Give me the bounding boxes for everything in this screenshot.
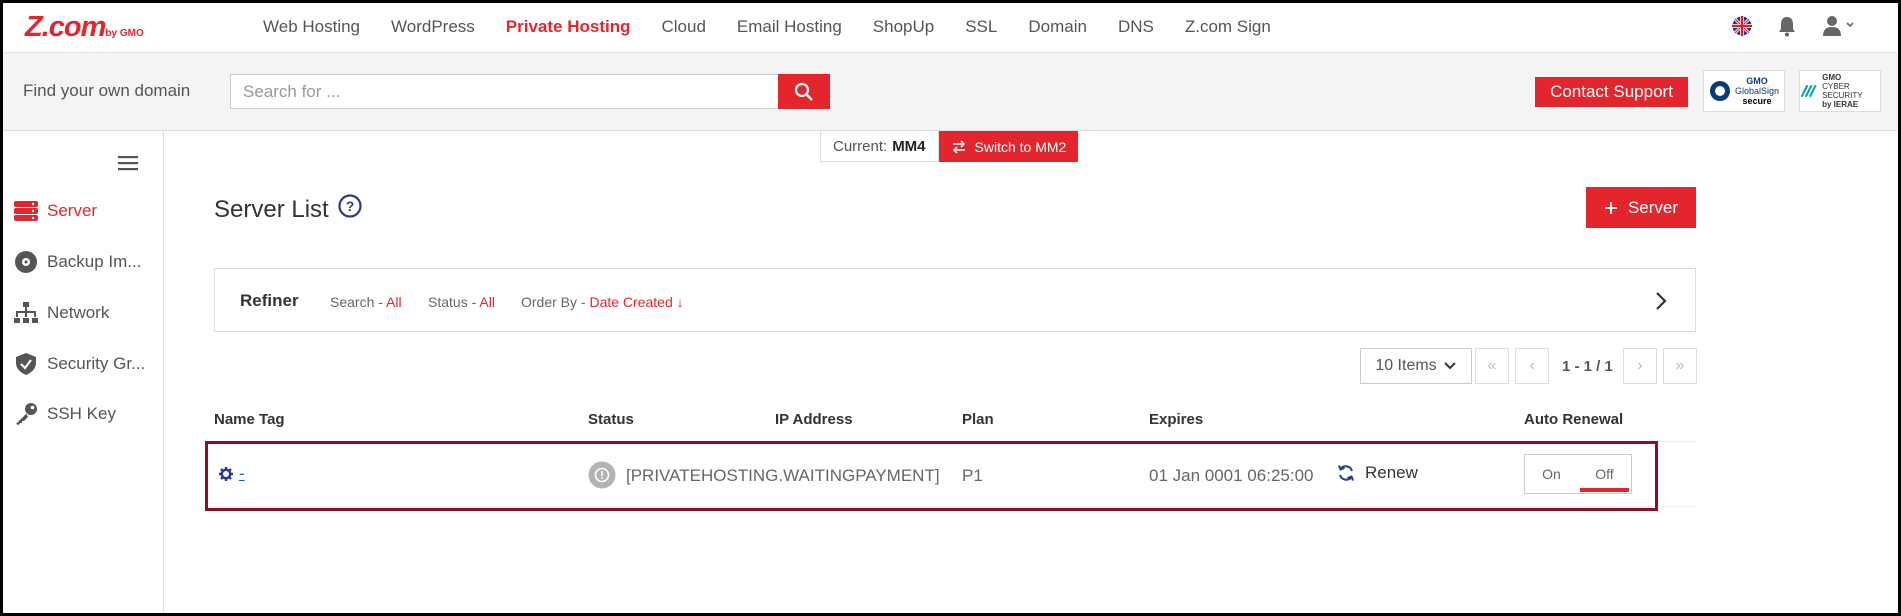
sidebar-item-security-groups[interactable]: Security Gr... [13,352,145,376]
svg-text:?: ? [345,198,354,214]
current-version: Current: MM4 [820,131,939,162]
uk-flag-icon[interactable] [1732,16,1752,41]
main-menu: Web Hosting WordPress Private Hosting Cl… [263,3,1302,51]
nav-shopup[interactable]: ShopUp [873,17,934,37]
refiner-search-filter[interactable]: Search - All [330,294,402,310]
sidebar: Server Backup Im... Network Security Gr.… [3,131,164,613]
refresh-icon [1338,465,1354,481]
prev-page-button[interactable]: ‹ [1515,348,1549,384]
refiner-panel[interactable]: Refiner Search - All Status - All Order … [214,268,1696,332]
nav-domain[interactable]: Domain [1028,17,1087,37]
next-page-button[interactable]: › [1623,348,1657,384]
nav-wordpress[interactable]: WordPress [391,17,475,37]
items-per-page-select[interactable]: 10 Items [1360,348,1472,384]
top-icons [1707,15,1858,42]
sidebar-item-label: Security Gr... [47,354,146,373]
top-nav: Z.comby GMO Web Hosting WordPress Privat… [3,3,1898,53]
status-info-icon [588,461,616,494]
sidebar-item-label: Backup Im... [47,252,142,271]
nav-zcom-sign[interactable]: Z.com Sign [1185,17,1271,37]
col-plan: Plan [962,411,994,428]
disc-icon [13,250,39,274]
chevron-down-icon [1443,362,1456,370]
renew-button[interactable]: Renew [1337,463,1418,483]
status-value: [PRIVATEHOSTING.WAITINGPAYMENT] [626,466,940,485]
nav-ssl[interactable]: SSL [965,17,997,37]
domain-search-bar: Find your own domain Contact Support GMO… [3,53,1898,131]
contact-support-button[interactable]: Contact Support [1535,77,1688,107]
auto-renewal-off[interactable]: Off [1578,455,1631,493]
col-ip-address: IP Address [775,411,853,428]
hamburger-menu-icon[interactable] [118,155,138,176]
search-button[interactable] [778,74,830,109]
ierae-badge[interactable]: GMO CYBER SECURITY by IERAE [1799,70,1881,112]
plan-value: P1 [962,466,983,485]
sidebar-item-backup-images[interactable]: Backup Im... [13,250,141,274]
zcom-logo[interactable]: Z.comby GMO [25,13,144,42]
refiner-order-filter[interactable]: Order By - Date Created ↓ [521,294,684,310]
nav-cloud[interactable]: Cloud [661,17,705,37]
gear-icon [219,467,233,481]
chevron-right-icon[interactable] [1655,291,1667,316]
sidebar-item-label: SSH Key [47,404,116,423]
nav-private-hosting[interactable]: Private Hosting [506,17,631,37]
bell-icon[interactable] [1777,15,1797,42]
auto-renewal-on[interactable]: On [1525,455,1578,493]
col-expires: Expires [1149,411,1204,428]
sidebar-item-label: Network [47,303,110,322]
version-switch: Current: MM4 Switch to MM2 [820,131,1079,162]
pagination-info: 1 - 1 / 1 [1562,358,1613,375]
first-page-button[interactable]: « [1475,348,1509,384]
help-icon[interactable]: ? [338,194,362,225]
switch-version-button[interactable]: Switch to MM2 [938,131,1079,162]
col-auto-renewal: Auto Renewal [1524,411,1624,428]
sidebar-item-label: Server [47,201,98,220]
swap-icon [952,139,965,154]
plus-icon [1604,201,1617,214]
sidebar-item-network[interactable]: Network [13,301,109,325]
domain-search-input[interactable] [230,74,780,109]
nav-web-hosting[interactable]: Web Hosting [263,17,360,37]
col-status: Status [588,411,634,428]
refiner-status-filter[interactable]: Status - All [428,294,495,310]
network-icon [13,301,39,325]
col-name-tag: Name Tag [214,411,285,428]
globalsign-badge[interactable]: GMO GlobalSign secure [1703,70,1785,112]
server-icon [13,199,39,223]
refiner-title: Refiner [240,291,299,310]
page-title: Server List ? [214,194,362,225]
sidebar-item-ssh-key[interactable]: SSH Key [13,402,116,426]
shield-icon [13,352,39,376]
user-menu-icon[interactable] [1822,15,1858,42]
auto-renewal-toggle[interactable]: On Off [1524,454,1632,494]
sidebar-item-server[interactable]: Server [13,199,97,223]
nav-dns[interactable]: DNS [1118,17,1154,37]
server-name-link[interactable]: - [219,464,245,484]
add-server-button[interactable]: Server [1586,187,1696,228]
name-tag-value[interactable]: - [239,464,245,484]
last-page-button[interactable]: » [1663,348,1697,384]
expires-value: 01 Jan 0001 06:25:00 [1149,466,1314,485]
key-icon [13,402,39,426]
find-domain-label: Find your own domain [23,81,191,100]
search-icon [794,82,813,101]
nav-email-hosting[interactable]: Email Hosting [737,17,842,37]
